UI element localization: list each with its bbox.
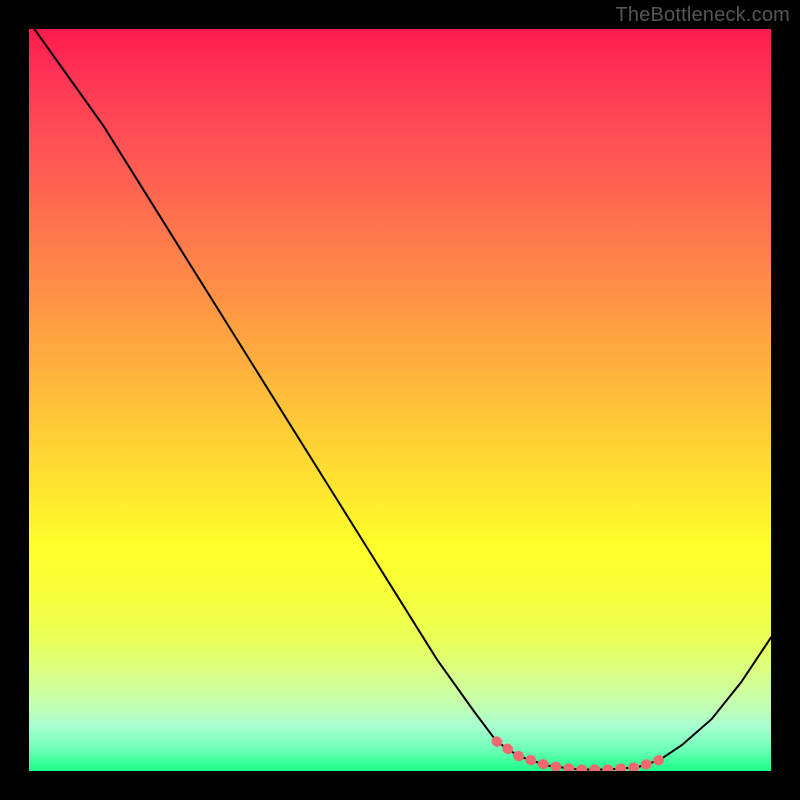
optimal-range-highlight	[497, 741, 660, 769]
chart-plot-area	[29, 29, 771, 771]
chart-svg	[29, 29, 771, 771]
watermark-text: TheBottleneck.com	[615, 4, 790, 27]
bottleneck-curve-line	[29, 29, 771, 770]
